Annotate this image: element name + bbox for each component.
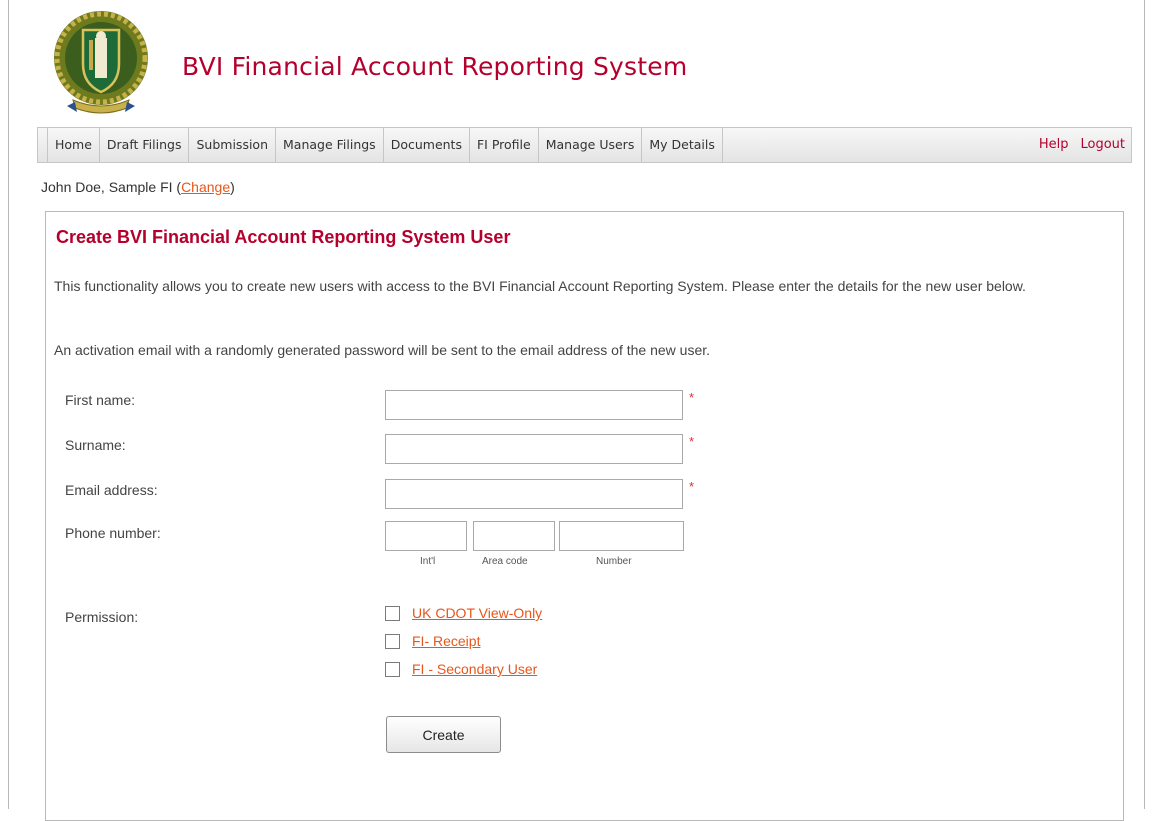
- permission-label: Permission:: [65, 609, 139, 625]
- first-name-required-mark: *: [689, 390, 695, 405]
- permission-option-uk-cdot: UK CDOT View-Only: [385, 605, 542, 621]
- activation-note: An activation email with a randomly gene…: [54, 342, 711, 358]
- intro-text: This functionality allows you to create …: [54, 278, 1026, 294]
- phone-number-input[interactable]: [559, 521, 684, 551]
- uk-cdot-view-only-checkbox[interactable]: [385, 605, 400, 621]
- change-link[interactable]: Change: [181, 179, 230, 195]
- nav-documents[interactable]: Documents: [384, 128, 470, 162]
- first-name-label: First name:: [65, 392, 136, 408]
- nav-submission[interactable]: Submission: [189, 128, 276, 162]
- email-required-mark: *: [689, 479, 695, 494]
- nav-right: Help Logout: [1039, 128, 1125, 162]
- fi-receipt-checkbox[interactable]: [385, 633, 400, 649]
- first-name-input[interactable]: [385, 390, 683, 420]
- create-user-panel: Create BVI Financial Account Reporting S…: [45, 211, 1124, 821]
- bvi-coat-of-arms-icon: [54, 11, 148, 114]
- nav-my-details[interactable]: My Details: [642, 128, 723, 162]
- create-button[interactable]: Create: [386, 716, 501, 753]
- surname-label: Surname:: [65, 437, 126, 453]
- email-label: Email address:: [65, 482, 158, 498]
- logout-link[interactable]: Logout: [1080, 128, 1125, 162]
- site-title: BVI Financial Account Reporting System: [182, 52, 688, 81]
- surname-required-mark: *: [689, 434, 695, 449]
- phone-number-sublabel: Number: [596, 556, 632, 567]
- permission-option-fi-receipt: FI- Receipt: [385, 633, 480, 649]
- fi-receipt-link[interactable]: FI- Receipt: [412, 633, 480, 649]
- page-title: Create BVI Financial Account Reporting S…: [56, 227, 511, 247]
- email-input[interactable]: [385, 479, 683, 509]
- nav-fi-profile[interactable]: FI Profile: [470, 128, 539, 162]
- current-user-suffix: ): [230, 179, 235, 195]
- phone-intl-input[interactable]: [385, 521, 467, 551]
- phone-intl-sublabel: Int'l: [420, 556, 436, 567]
- fi-secondary-user-link[interactable]: FI - Secondary User: [412, 661, 537, 677]
- fi-secondary-user-checkbox[interactable]: [385, 661, 400, 677]
- surname-input[interactable]: [385, 434, 683, 464]
- page-frame: BVI Financial Account Reporting System H…: [8, 0, 1145, 821]
- main-nav: Home Draft Filings Submission Manage Fil…: [37, 127, 1132, 163]
- current-user: John Doe, Sample FI (Change): [41, 179, 235, 195]
- permission-option-fi-secondary: FI - Secondary User: [385, 661, 537, 677]
- nav-manage-users[interactable]: Manage Users: [539, 128, 643, 162]
- phone-label: Phone number:: [65, 525, 161, 541]
- phone-area-code-input[interactable]: [473, 521, 555, 551]
- nav-manage-filings[interactable]: Manage Filings: [276, 128, 384, 162]
- nav-draft-filings[interactable]: Draft Filings: [100, 128, 190, 162]
- nav-home[interactable]: Home: [47, 128, 100, 162]
- uk-cdot-view-only-link[interactable]: UK CDOT View-Only: [412, 605, 542, 621]
- current-user-name: John Doe, Sample FI (: [41, 179, 182, 195]
- nav-items: Home Draft Filings Submission Manage Fil…: [47, 128, 723, 162]
- phone-area-code-sublabel: Area code: [482, 556, 528, 567]
- site-header: BVI Financial Account Reporting System: [9, 0, 1144, 126]
- help-link[interactable]: Help: [1039, 128, 1069, 162]
